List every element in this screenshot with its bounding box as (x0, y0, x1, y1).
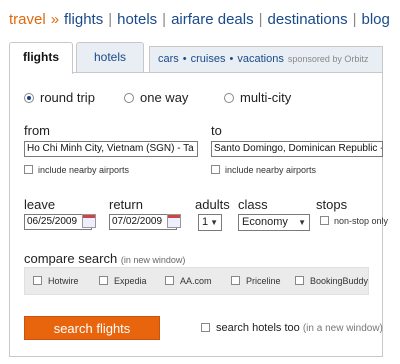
from-input[interactable]: Ho Chi Minh City, Vietnam (SGN) - Ta (24, 141, 198, 157)
to-label: to (211, 123, 222, 138)
class-value: Economy (242, 216, 288, 228)
priceline-checkbox[interactable] (231, 276, 240, 285)
round-trip-radio[interactable] (24, 93, 34, 103)
compare-search: compare search (in new window) (24, 251, 185, 266)
tab-hotels[interactable]: hotels (76, 42, 144, 72)
nav-airfare-deals-link[interactable]: airfare deals (171, 11, 254, 28)
compare-bookingbuddy[interactable]: BookingBuddy (295, 276, 368, 286)
priceline-label: Priceline (246, 276, 281, 286)
compare-expedia[interactable]: Expedia (99, 276, 147, 286)
to-nearby-label: include nearby airports (225, 165, 317, 175)
leave-label: leave (24, 197, 56, 212)
multi-city-label: multi-city (240, 90, 292, 105)
tab-cruises[interactable]: cruises (191, 53, 226, 65)
one-way-option[interactable]: one way (124, 90, 188, 105)
to-nearby-checkbox[interactable] (211, 165, 220, 174)
adults-value: 1 (202, 216, 209, 228)
stops-label: stops (316, 197, 348, 212)
hotwire-checkbox[interactable] (33, 276, 42, 285)
search-hotels-label: search hotels too (216, 322, 300, 334)
class-select[interactable]: Economy ▼ (238, 214, 310, 231)
nav-separator: | (258, 11, 263, 28)
multi-city-radio[interactable] (224, 93, 234, 103)
one-way-radio[interactable] (124, 93, 134, 103)
compare-label: compare search (24, 251, 118, 266)
nav-blog-link[interactable]: blog (361, 11, 389, 28)
compare-priceline[interactable]: Priceline (231, 276, 281, 286)
compare-aa[interactable]: AA.com (165, 276, 212, 286)
to-nearby-airports[interactable]: include nearby airports (211, 165, 316, 175)
compare-hotwire[interactable]: Hotwire (33, 276, 79, 286)
nav-travel-link[interactable]: travel (9, 11, 46, 28)
sponsored-tabs: cars • cruises • vacations sponsored by Orbit… (149, 46, 383, 72)
dot-separator: • (229, 53, 234, 65)
calendar-icon[interactable] (167, 214, 181, 228)
tab-vacations[interactable]: vacations (237, 53, 283, 65)
aa-label: AA.com (180, 276, 212, 286)
return-label: return (109, 197, 143, 212)
expedia-checkbox[interactable] (99, 276, 108, 285)
bookingbuddy-label: BookingBuddy (310, 276, 369, 286)
nonstop-checkbox[interactable] (320, 216, 329, 225)
nonstop-option[interactable]: non-stop only (320, 216, 388, 226)
adults-select[interactable]: 1 ▼ (198, 214, 222, 231)
multi-city-option[interactable]: multi-city (224, 90, 291, 105)
calendar-icon[interactable] (82, 214, 96, 228)
round-trip-label: round trip (40, 90, 95, 105)
search-hotels-checkbox[interactable] (201, 323, 210, 332)
expedia-label: Expedia (114, 276, 147, 286)
chevron-down-icon: ▼ (210, 218, 218, 227)
nonstop-label: non-stop only (334, 216, 389, 226)
search-hotels-too[interactable]: search hotels too (in a new window) (201, 322, 383, 334)
from-label: from (24, 123, 50, 138)
round-trip-option[interactable]: round trip (24, 90, 95, 105)
nav-separator: | (352, 11, 357, 28)
tab-flights[interactable]: flights (9, 42, 73, 74)
sponsored-label: sponsored by Orbitz (287, 54, 369, 64)
nav-destinations-link[interactable]: destinations (268, 11, 348, 28)
from-nearby-checkbox[interactable] (24, 165, 33, 174)
chevron-down-icon: ▼ (298, 218, 306, 227)
compare-sites-bar: Hotwire Expedia AA.com Priceline Booking… (24, 267, 369, 295)
nav-arrow: » (50, 11, 60, 28)
to-input[interactable]: Santo Domingo, Dominican Republic - (211, 141, 383, 157)
nav-hotels-link[interactable]: hotels (117, 11, 157, 28)
one-way-label: one way (140, 90, 189, 105)
dot-separator: • (182, 53, 187, 65)
nav-separator: | (162, 11, 167, 28)
bookingbuddy-checkbox[interactable] (295, 276, 304, 285)
compare-hint: (in new window) (120, 255, 186, 265)
nav-separator: | (108, 11, 113, 28)
search-tabs: flights hotels cars • cruises • vacations spo… (9, 42, 383, 74)
aa-checkbox[interactable] (165, 276, 174, 285)
top-navigation: travel» flights | hotels | airfare deals | dest… (9, 11, 390, 28)
adults-label: adults (195, 197, 230, 212)
flight-search-panel: round trip one way multi-city from Ho Ch… (9, 72, 388, 357)
from-nearby-label: include nearby airports (38, 165, 130, 175)
hotwire-label: Hotwire (48, 276, 79, 286)
search-hotels-hint: (in a new window) (302, 323, 383, 334)
class-label: class (238, 197, 268, 212)
nav-flights-link[interactable]: flights (64, 11, 103, 28)
tab-cars[interactable]: cars (158, 53, 179, 65)
from-nearby-airports[interactable]: include nearby airports (24, 165, 129, 175)
search-flights-button[interactable]: search flights (24, 316, 160, 340)
